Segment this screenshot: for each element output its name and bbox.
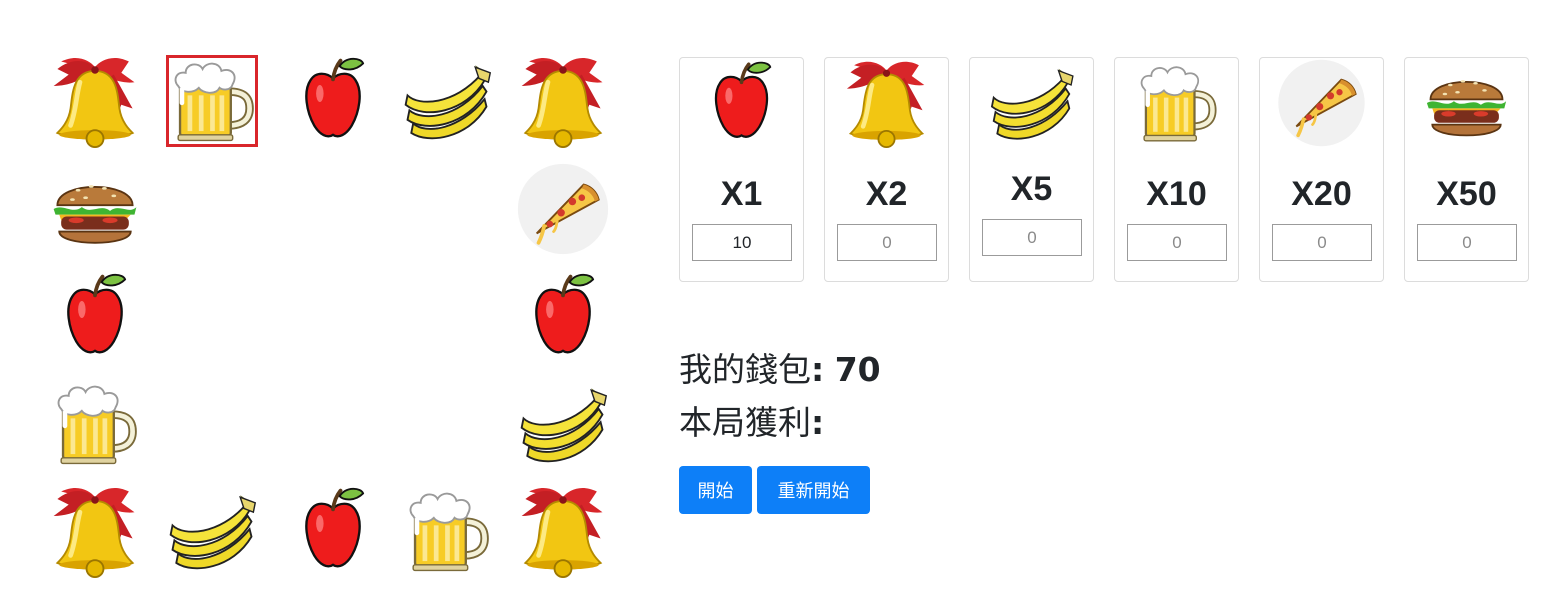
- banana-icon: [990, 68, 1074, 140]
- board-cell-apple: [516, 270, 610, 364]
- board-cell-bell: [48, 484, 142, 578]
- start-button[interactable]: 開始: [679, 466, 752, 514]
- board-cell-pizza: [516, 162, 610, 256]
- bet-card-apple: X1: [679, 57, 804, 282]
- bet-input-burger[interactable]: [1417, 224, 1517, 261]
- multiplier-label: X5: [1010, 170, 1053, 208]
- wallet-label: 我的錢包: [679, 350, 811, 389]
- bet-card-image: [1260, 58, 1383, 148]
- apple-icon: [305, 487, 365, 568]
- bet-input-pizza[interactable]: [1272, 224, 1372, 261]
- bet-card-beer: X10: [1114, 57, 1239, 282]
- board-cell-bell: [516, 54, 610, 148]
- bet-card-image: [970, 58, 1093, 148]
- bet-card-pizza: X20: [1259, 57, 1384, 282]
- wallet-amount: 70: [834, 350, 881, 389]
- wallet-line: 我的錢包: 70: [679, 343, 881, 391]
- slot-board: [0, 0, 660, 607]
- burger-icon: [1426, 80, 1507, 137]
- beer-icon: [57, 385, 137, 465]
- board-cell-bell: [48, 54, 142, 148]
- multiplier-label: X20: [1291, 175, 1352, 213]
- multiplier-label: X10: [1146, 175, 1207, 213]
- board-cell-beer: [48, 377, 142, 471]
- multiplier-label: X50: [1436, 175, 1497, 213]
- bet-card-image: [825, 58, 948, 148]
- multiplier-label: X2: [865, 175, 908, 213]
- bet-input-beer[interactable]: [1127, 224, 1227, 261]
- board-cell-apple: [48, 270, 142, 364]
- bet-input-apple[interactable]: [692, 224, 792, 261]
- round-profit-label: 本局獲利: [679, 403, 811, 442]
- pizza-icon: [1278, 59, 1365, 147]
- round-profit-colon: :: [811, 403, 825, 442]
- beer-icon: [174, 62, 254, 142]
- apple-icon: [535, 273, 595, 354]
- wallet-colon: :: [811, 350, 825, 389]
- bell-icon: [53, 57, 135, 148]
- bet-input-banana[interactable]: [982, 219, 1082, 256]
- burger-icon: [53, 185, 137, 244]
- board-cell-beer: [400, 484, 494, 578]
- banana-icon: [169, 495, 257, 570]
- beer-icon: [409, 492, 489, 572]
- board-cell-bell: [516, 484, 610, 578]
- board-cell-burger: [48, 162, 142, 256]
- apple-icon: [305, 57, 365, 138]
- bet-card-burger: X50: [1404, 57, 1529, 282]
- bet-card-image: [1115, 58, 1238, 148]
- banana-icon: [520, 388, 608, 463]
- bet-card-image: [1405, 58, 1528, 148]
- board-cell-apple: [286, 54, 380, 148]
- board-cell-apple: [286, 484, 380, 578]
- board-cell-banana: [165, 484, 259, 578]
- bell-icon: [521, 57, 603, 148]
- bet-card-banana: X5: [969, 57, 1094, 282]
- pizza-icon: [517, 163, 609, 255]
- bell-icon: [521, 487, 603, 578]
- bell-icon: [846, 61, 925, 148]
- bet-card-bell: X2: [824, 57, 949, 282]
- apple-icon: [714, 61, 772, 138]
- board-cell-beer: [165, 54, 259, 148]
- beer-icon: [1140, 66, 1217, 142]
- multiplier-label: X1: [720, 175, 763, 213]
- board-cell-banana: [516, 377, 610, 471]
- bet-input-bell[interactable]: [837, 224, 937, 261]
- bet-card-image: [680, 58, 803, 148]
- banana-icon: [404, 65, 492, 140]
- restart-button[interactable]: 重新開始: [757, 466, 870, 514]
- round-profit-line: 本局獲利:: [679, 396, 824, 444]
- board-cell-banana: [400, 54, 494, 148]
- bell-icon: [53, 487, 135, 578]
- apple-icon: [67, 273, 127, 354]
